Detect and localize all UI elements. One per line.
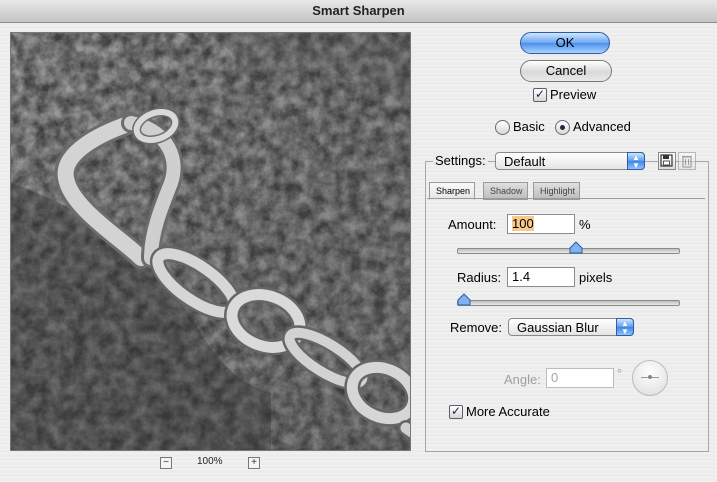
preview-image[interactable] [10, 32, 411, 451]
amount-slider-thumb[interactable] [569, 241, 583, 255]
preview-label: Preview [550, 87, 597, 102]
radius-value: 1.4 [512, 269, 531, 284]
radius-unit: pixels [579, 270, 613, 285]
settings-value: Default [504, 154, 546, 169]
preview-checkbox[interactable]: ✓ [533, 88, 547, 102]
cancel-button[interactable]: Cancel [520, 60, 612, 82]
floppy-icon [660, 154, 673, 167]
settings-select[interactable]: Default ▲ ▼ [495, 152, 645, 170]
chevron-updown-icon: ▲ ▼ [627, 152, 645, 170]
advanced-label: Advanced [573, 119, 631, 134]
basic-radio[interactable] [495, 120, 510, 135]
zoom-level: 100% [197, 456, 223, 467]
ok-button[interactable]: OK [520, 32, 610, 54]
zoom-out-button[interactable]: − [160, 457, 172, 469]
chain-photo [11, 33, 410, 450]
more-accurate-label: More Accurate [466, 404, 550, 419]
remove-value: Gaussian Blur [517, 320, 599, 335]
amount-unit: % [579, 217, 591, 232]
save-settings-button[interactable] [658, 152, 676, 170]
chevron-updown-icon: ▲ ▼ [616, 318, 634, 336]
radius-label: Radius: [457, 270, 502, 285]
amount-field[interactable]: 100 [507, 214, 575, 234]
angle-value: 0 [551, 370, 559, 385]
angle-dial[interactable] [632, 360, 668, 396]
trash-icon [682, 155, 692, 168]
amount-value: 100 [512, 216, 534, 231]
zoom-in-button[interactable]: + [248, 457, 260, 469]
delete-settings-button[interactable] [678, 152, 696, 170]
angle-label: Angle: [504, 372, 541, 387]
angle-dial-center [648, 375, 652, 379]
zoom-controls: − 100% + [160, 456, 260, 470]
window-title: Smart Sharpen [0, 0, 717, 23]
angle-field[interactable]: 0 [546, 368, 614, 388]
radius-slider-thumb[interactable] [457, 293, 471, 307]
radius-field[interactable]: 1.4 [507, 267, 575, 287]
radius-slider-track[interactable] [457, 300, 680, 306]
angle-unit: ° [617, 366, 623, 381]
settings-label: Settings: [433, 153, 488, 168]
more-accurate-checkbox[interactable]: ✓ [449, 405, 463, 419]
amount-label: Amount: [448, 217, 497, 232]
advanced-radio[interactable] [555, 120, 570, 135]
remove-label: Remove: [450, 320, 503, 335]
basic-label: Basic [513, 119, 545, 134]
tab-bar: Sharpen Shadow Highlight [427, 181, 705, 200]
remove-select[interactable]: Gaussian Blur ▲ ▼ [508, 318, 634, 336]
